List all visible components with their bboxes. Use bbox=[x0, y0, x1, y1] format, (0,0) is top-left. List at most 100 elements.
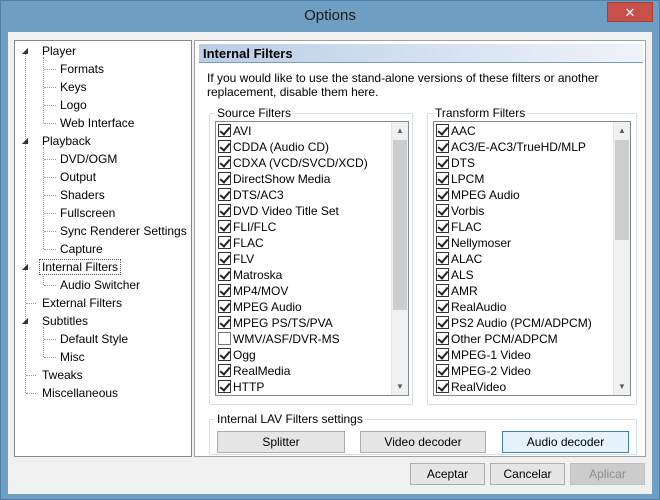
filter-list-item[interactable]: Matroska bbox=[218, 267, 282, 283]
filter-checkbox[interactable] bbox=[436, 364, 449, 378]
filter-list-item[interactable]: AVI bbox=[218, 123, 251, 139]
filter-checkbox[interactable] bbox=[218, 236, 231, 250]
filter-checkbox[interactable] bbox=[436, 156, 449, 170]
filter-checkbox[interactable] bbox=[218, 364, 231, 378]
filter-list-item[interactable]: PS2 Audio (PCM/ADPCM) bbox=[436, 315, 592, 331]
accept-button[interactable]: Aceptar bbox=[410, 463, 485, 485]
filter-list-item[interactable]: Vorbis bbox=[436, 203, 484, 219]
filter-list-item[interactable]: DirectShow Media bbox=[218, 171, 330, 187]
filter-list-item[interactable]: AC3/E-AC3/TrueHD/MLP bbox=[436, 139, 586, 155]
tree-item[interactable]: Sync Renderer Settings bbox=[57, 222, 190, 240]
filter-list-item[interactable]: MPEG Audio bbox=[436, 187, 520, 203]
scroll-thumb[interactable] bbox=[615, 140, 629, 240]
filter-list-item[interactable]: MPEG PS/TS/PVA bbox=[218, 315, 333, 331]
scroll-up-icon[interactable]: ▲ bbox=[614, 122, 630, 139]
video-decoder-button[interactable]: Video decoder bbox=[360, 431, 486, 453]
filter-list-item[interactable]: ALS bbox=[436, 267, 474, 283]
filter-list-item[interactable]: FLAC bbox=[436, 219, 482, 235]
filter-list-item[interactable]: DTS bbox=[436, 155, 475, 171]
filter-checkbox[interactable] bbox=[218, 220, 231, 234]
filter-checkbox[interactable] bbox=[218, 316, 231, 330]
filter-list-item[interactable]: FLI/FLC bbox=[218, 219, 276, 235]
filter-list-item[interactable]: CDDA (Audio CD) bbox=[218, 139, 329, 155]
tree-expand-icon[interactable]: ◢ bbox=[20, 312, 30, 330]
tree-expand-icon[interactable]: ◢ bbox=[20, 132, 30, 150]
close-button[interactable]: ✕ bbox=[607, 2, 653, 22]
scroll-down-icon[interactable]: ▼ bbox=[614, 378, 630, 395]
filter-list-item[interactable]: ALAC bbox=[436, 251, 482, 267]
apply-button[interactable]: Aplicar bbox=[570, 463, 645, 485]
filter-checkbox[interactable] bbox=[436, 220, 449, 234]
filter-list-item[interactable]: DTS/AC3 bbox=[218, 187, 284, 203]
filter-checkbox[interactable] bbox=[218, 124, 231, 138]
filter-list-item[interactable]: MPEG-1 Video bbox=[436, 347, 531, 363]
tree-item[interactable]: Shaders bbox=[57, 186, 108, 204]
filter-checkbox[interactable] bbox=[436, 236, 449, 250]
filter-list-item[interactable]: Other PCM/ADPCM bbox=[436, 331, 558, 347]
filter-list-item[interactable]: RealAudio bbox=[436, 299, 506, 315]
filter-checkbox[interactable] bbox=[218, 284, 231, 298]
filter-checkbox[interactable] bbox=[218, 188, 231, 202]
filter-list-item[interactable]: DVD Video Title Set bbox=[218, 203, 339, 219]
filter-checkbox[interactable] bbox=[436, 188, 449, 202]
filter-checkbox[interactable] bbox=[436, 300, 449, 314]
filter-checkbox[interactable] bbox=[218, 140, 231, 154]
filter-checkbox[interactable] bbox=[218, 380, 231, 394]
filter-checkbox[interactable] bbox=[436, 380, 449, 394]
tree-item[interactable]: External Filters bbox=[39, 294, 125, 312]
tree-item[interactable]: Keys bbox=[57, 78, 90, 96]
filter-checkbox[interactable] bbox=[436, 332, 449, 346]
filter-list-item[interactable]: MPEG Audio bbox=[218, 299, 302, 315]
tree-item[interactable]: Output bbox=[57, 168, 99, 186]
filter-checkbox[interactable] bbox=[218, 172, 231, 186]
filter-checkbox[interactable] bbox=[436, 252, 449, 266]
tree-expand-icon[interactable]: ◢ bbox=[20, 42, 30, 60]
filter-list-item[interactable]: MPEG-2 Video bbox=[436, 363, 531, 379]
source-filters-scrollbar[interactable]: ▲ ▼ bbox=[391, 122, 408, 395]
filter-list-item[interactable]: RealVideo bbox=[436, 379, 506, 395]
tree-item[interactable]: Misc bbox=[57, 348, 88, 366]
filter-checkbox[interactable] bbox=[218, 156, 231, 170]
tree-item[interactable]: Miscellaneous bbox=[39, 384, 121, 402]
tree-item[interactable]: ◢ Playback bbox=[22, 132, 94, 150]
filter-list-item[interactable]: WMV/ASF/DVR-MS bbox=[218, 331, 340, 347]
filter-list-item[interactable]: CDXA (VCD/SVCD/XCD) bbox=[218, 155, 368, 171]
tree-item[interactable]: ◢ Player bbox=[22, 42, 79, 60]
tree-item[interactable]: Formats bbox=[57, 60, 107, 78]
filter-checkbox[interactable] bbox=[436, 140, 449, 154]
scroll-up-icon[interactable]: ▲ bbox=[392, 122, 408, 139]
filter-checkbox[interactable] bbox=[218, 252, 231, 266]
audio-decoder-button[interactable]: Audio decoder bbox=[502, 431, 629, 453]
tree-item[interactable]: ◢ Subtitles bbox=[22, 312, 91, 330]
scroll-down-icon[interactable]: ▼ bbox=[392, 378, 408, 395]
tree-item[interactable]: DVD/OGM bbox=[57, 150, 120, 168]
filter-checkbox[interactable] bbox=[436, 204, 449, 218]
tree-item[interactable]: ◢ Internal Filters bbox=[22, 258, 122, 276]
filter-checkbox[interactable] bbox=[218, 332, 231, 346]
scroll-thumb[interactable] bbox=[393, 140, 407, 310]
tree-item[interactable]: Logo bbox=[57, 96, 90, 114]
transform-filters-scrollbar[interactable]: ▲ ▼ bbox=[613, 122, 630, 395]
filter-checkbox[interactable] bbox=[436, 172, 449, 186]
filter-list-item[interactable]: FLAC bbox=[218, 235, 264, 251]
filter-list-item[interactable]: Nellymoser bbox=[436, 235, 511, 251]
filter-list-item[interactable]: RealMedia bbox=[218, 363, 290, 379]
filter-checkbox[interactable] bbox=[436, 316, 449, 330]
filter-checkbox[interactable] bbox=[218, 348, 231, 362]
tree-item[interactable]: Capture bbox=[57, 240, 106, 258]
tree-item[interactable]: Default Style bbox=[57, 330, 131, 348]
filter-list-item[interactable]: AAC bbox=[436, 123, 476, 139]
filter-list-item[interactable]: MP4/MOV bbox=[218, 283, 288, 299]
tree-expand-icon[interactable]: ◢ bbox=[20, 258, 30, 276]
tree-item[interactable]: Fullscreen bbox=[57, 204, 118, 222]
filter-checkbox[interactable] bbox=[436, 284, 449, 298]
filter-checkbox[interactable] bbox=[436, 124, 449, 138]
filter-checkbox[interactable] bbox=[218, 300, 231, 314]
cancel-button[interactable]: Cancelar bbox=[490, 463, 565, 485]
splitter-button[interactable]: Splitter bbox=[217, 431, 345, 453]
filter-list-item[interactable]: FLV bbox=[218, 251, 254, 267]
filter-list-item[interactable]: LPCM bbox=[436, 171, 484, 187]
tree-item[interactable]: Web Interface bbox=[57, 114, 137, 132]
title-bar[interactable]: Options ✕ bbox=[1, 1, 659, 32]
filter-checkbox[interactable] bbox=[218, 204, 231, 218]
